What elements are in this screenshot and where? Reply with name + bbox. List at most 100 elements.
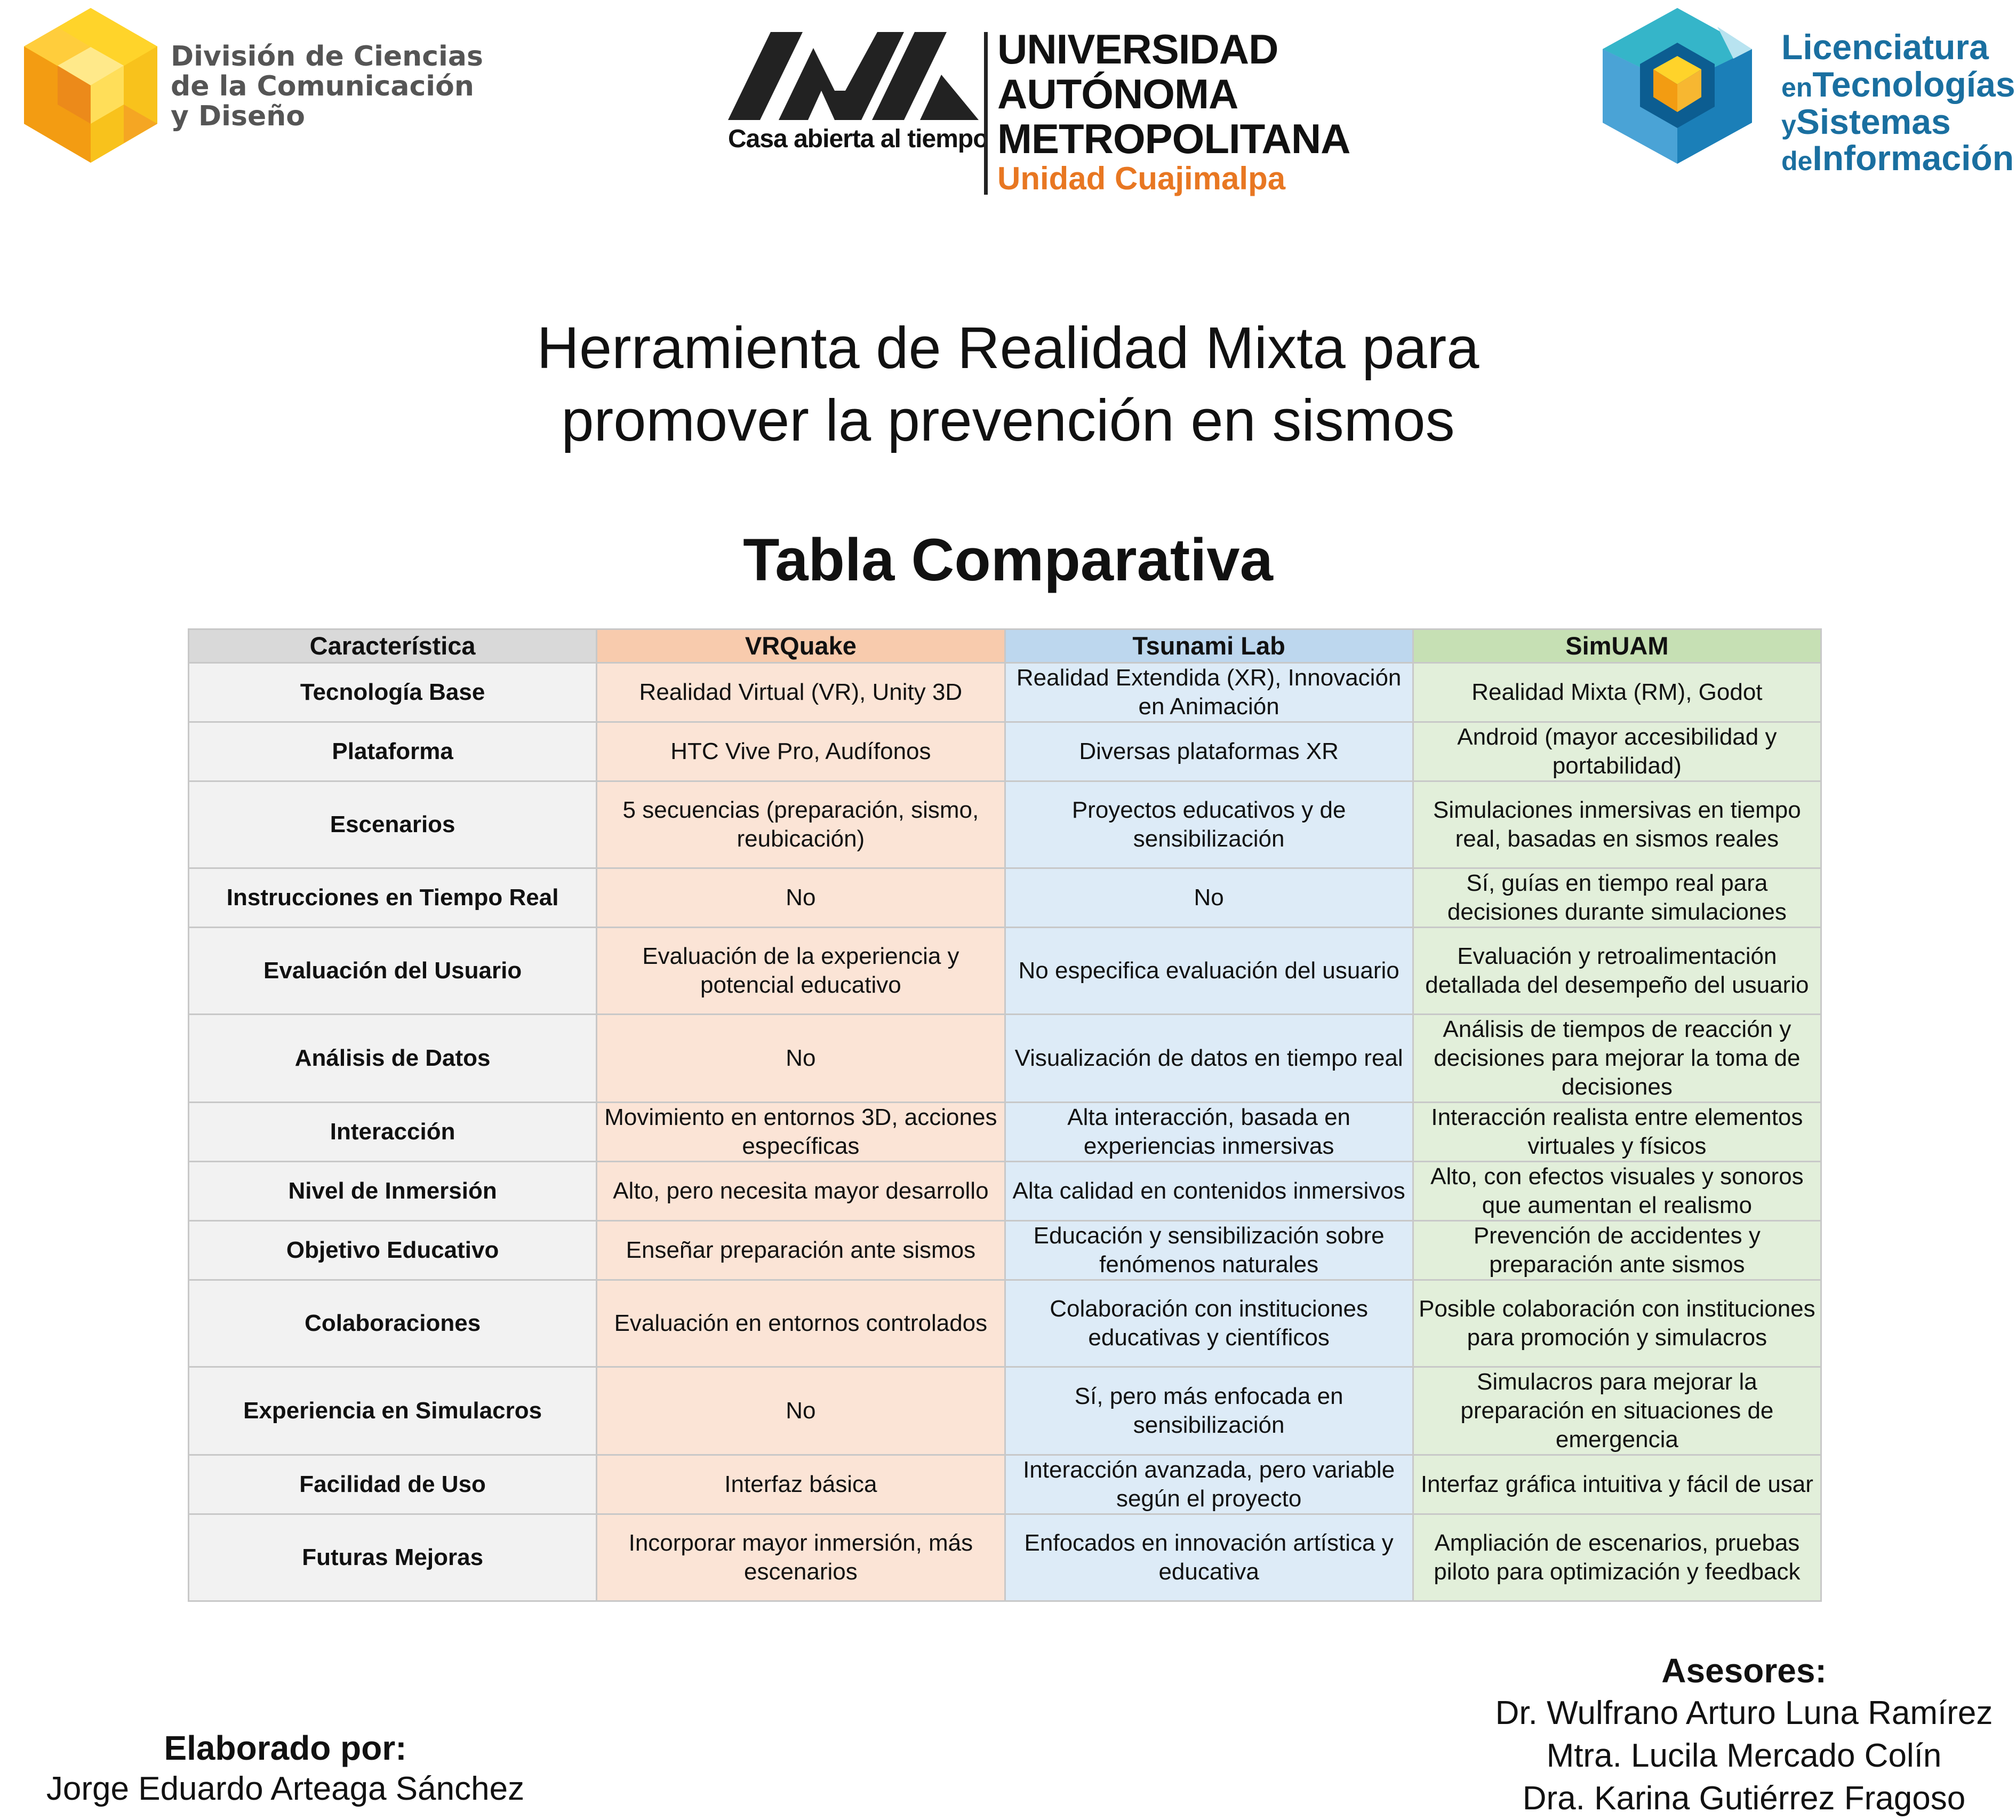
column-header-feature: Característica: [187, 628, 598, 664]
vrquake-cell: Evaluación de la experiencia y potencial…: [596, 927, 1006, 1015]
feature-cell: Escenarios: [187, 780, 598, 869]
table-row: Nivel de Inmersión Alto, pero necesita ma…: [187, 1161, 1822, 1222]
simuam-cell: Evaluación y retroalimentación detallada…: [1412, 927, 1822, 1015]
tsunami-lab-cell: No: [1004, 867, 1414, 928]
tsunami-lab-cell: Educación y sensibilización sobre fenóme…: [1004, 1220, 1414, 1281]
advisors-label: Asesores:: [1661, 1651, 1827, 1690]
feature-cell: Tecnología Base: [187, 662, 598, 723]
advisor-name: Dr. Wulfrano Arturo Luna Ramírez: [1495, 1695, 1993, 1731]
advisors-block: Asesores: Dr. Wulfrano Arturo Luna Ramír…: [1461, 1649, 2016, 1820]
table-row: Futuras Mejoras Incorporar mayor inmersió…: [187, 1513, 1822, 1602]
advisor-name: Mtra. Lucila Mercado Colín: [1546, 1737, 1942, 1774]
table-row: Colaboraciones Evaluación en entornos con…: [187, 1279, 1822, 1368]
feature-cell: Plataforma: [187, 721, 598, 782]
column-header-vrquake: VRQuake: [596, 628, 1006, 664]
program-name-line-2: Tecnologías: [1812, 65, 2015, 104]
author-name: Jorge Eduardo Arteaga Sánchez: [46, 1770, 525, 1807]
table-header-row: Característica VRQuake Tsunami Lab SimUA…: [187, 628, 1822, 664]
page-title: Herramienta de Realidad Mixta para promo…: [0, 312, 2016, 457]
table-row: Objetivo Educativo Enseñar preparación an…: [187, 1220, 1822, 1281]
tsunami-lab-cell: Colaboración con instituciones educativa…: [1004, 1279, 1414, 1368]
vrquake-cell: No: [596, 1366, 1006, 1456]
division-name-line: de la Comunicación: [171, 70, 474, 102]
tsunami-lab-cell: No especifica evaluación del usuario: [1004, 927, 1414, 1015]
feature-cell: Colaboraciones: [187, 1279, 598, 1368]
vrquake-cell: HTC Vive Pro, Audífonos: [596, 721, 1006, 782]
tsunami-lab-cell: Interacción avanzada, pero variable segú…: [1004, 1454, 1414, 1515]
simuam-cell: Prevención de accidentes y preparación a…: [1412, 1220, 1822, 1281]
vrquake-cell: Realidad Virtual (VR), Unity 3D: [596, 662, 1006, 723]
table-row: Plataforma HTC Vive Pro, Audífonos Diversa…: [187, 721, 1822, 782]
tsunami-lab-cell: Sí, pero más enfocada en sensibilización: [1004, 1366, 1414, 1456]
vrquake-cell: No: [596, 1013, 1006, 1103]
feature-cell: Evaluación del Usuario: [187, 927, 598, 1015]
table-row: Instrucciones en Tiempo Real No No Sí, guía…: [187, 867, 1822, 928]
table-row: Tecnología Base Realidad Virtual (VR), Un…: [187, 662, 1822, 723]
comparison-table: Característica VRQuake Tsunami Lab SimUA…: [187, 628, 1822, 1602]
tsunami-lab-cell: Proyectos educativos y de sensibilizació…: [1004, 780, 1414, 869]
uam-unit: Unidad Cuajimalpa: [997, 161, 1286, 196]
table-row: Evaluación del Usuario Evaluación de la e…: [187, 927, 1822, 1015]
column-header-simuam: SimUAM: [1412, 628, 1822, 664]
logo-divider: [984, 32, 988, 195]
feature-cell: Experiencia en Simulacros: [187, 1366, 598, 1456]
vrquake-cell: Movimiento en entornos 3D, acciones espe…: [596, 1101, 1006, 1162]
division-name-line: División de Ciencias: [171, 41, 483, 73]
program-name-line-4: Información: [1812, 138, 2014, 178]
program-name-small: de: [1781, 146, 1813, 176]
uam-motto: Casa abierta al tiempo: [728, 125, 989, 153]
vrquake-cell: Incorporar mayor inmersión, más escenari…: [596, 1513, 1006, 1602]
table-row: Escenarios 5 secuencias (preparación, sis…: [187, 780, 1822, 869]
simuam-cell: Interfaz gráfica intuitiva y fácil de us…: [1412, 1454, 1822, 1515]
tsunami-lab-cell: Enfocados en innovación artística y educ…: [1004, 1513, 1414, 1602]
table-body: Tecnología Base Realidad Virtual (VR), Un…: [187, 662, 1822, 1602]
program-name-small: en: [1781, 73, 1813, 102]
author-label: Elaborado por:: [164, 1729, 407, 1767]
page-title-line: promover la prevención en sismos: [561, 388, 1455, 453]
page-title-line: Herramienta de Realidad Mixta para: [537, 315, 1479, 381]
simuam-cell: Posible colaboración con instituciones p…: [1412, 1279, 1822, 1368]
table-row: Interacción Movimiento en entornos 3D, ac…: [187, 1101, 1822, 1162]
vrquake-cell: Enseñar preparación ante sismos: [596, 1220, 1006, 1281]
hexagon-cube-icon: [24, 8, 157, 163]
division-name-line: y Diseño: [171, 100, 305, 132]
feature-cell: Instrucciones en Tiempo Real: [187, 867, 598, 928]
simuam-cell: Android (mayor accesibilidad y portabili…: [1412, 721, 1822, 782]
column-header-tsunami-lab: Tsunami Lab: [1004, 628, 1414, 664]
simuam-cell: Simulaciones inmersivas en tiempo real, …: [1412, 780, 1822, 869]
tsunami-lab-cell: Alta interacción, basada en experiencias…: [1004, 1101, 1414, 1162]
feature-cell: Nivel de Inmersión: [187, 1161, 598, 1222]
vrquake-cell: No: [596, 867, 1006, 928]
advisor-name: Dra. Karina Gutiérrez Fragoso: [1522, 1780, 1966, 1817]
feature-cell: Futuras Mejoras: [187, 1513, 598, 1602]
division-logo: División de Ciencias de la Comunicación …: [16, 5, 483, 165]
uam-name-line: AUTÓNOMA: [997, 70, 1238, 117]
simuam-cell: Alto, con efectos visuales y sonoros que…: [1412, 1161, 1822, 1222]
simuam-cell: Análisis de tiempos de reacción y decisi…: [1412, 1013, 1822, 1103]
table-title: Tabla Comparativa: [743, 526, 1273, 593]
feature-cell: Facilidad de Uso: [187, 1454, 598, 1515]
uam-name-line: METROPOLITANA: [997, 115, 1351, 162]
tsunami-lab-cell: Visualización de datos en tiempo real: [1004, 1013, 1414, 1103]
table-row: Análisis de Datos No Visualización de dato…: [187, 1013, 1822, 1103]
simuam-cell: Simulacros para mejorar la preparación e…: [1412, 1366, 1822, 1456]
program-name-line-3: Sistemas: [1796, 102, 1951, 141]
vrquake-cell: 5 secuencias (preparación, sismo, reubic…: [596, 780, 1006, 869]
feature-cell: Interacción: [187, 1101, 598, 1162]
program-logo: Licenciatura enTecnologías ySistemas deI…: [1589, 5, 2015, 178]
tsunami-lab-cell: Diversas plataformas XR: [1004, 721, 1414, 782]
program-name-line-1: Licenciatura: [1781, 27, 1989, 67]
table-row: Experiencia en Simulacros No Sí, pero más …: [187, 1366, 1822, 1456]
vrquake-cell: Interfaz básica: [596, 1454, 1006, 1515]
vrquake-cell: Alto, pero necesita mayor desarrollo: [596, 1161, 1006, 1222]
uam-emblem-icon: [728, 32, 979, 120]
simuam-cell: Realidad Mixta (RM), Godot: [1412, 662, 1822, 723]
feature-cell: Objetivo Educativo: [187, 1220, 598, 1281]
uam-logo: Casa abierta al tiempo UNIVERSIDAD AUTÓN…: [728, 27, 1351, 197]
simuam-cell: Interacción realista entre elementos vir…: [1412, 1101, 1822, 1162]
tsunami-lab-cell: Alta calidad en contenidos inmersivos: [1004, 1161, 1414, 1222]
feature-cell: Análisis de Datos: [187, 1013, 598, 1103]
uam-name-line: UNIVERSIDAD: [997, 26, 1278, 73]
vrquake-cell: Evaluación en entornos controlados: [596, 1279, 1006, 1368]
table-row: Facilidad de Uso Interfaz básica Interacci…: [187, 1454, 1822, 1515]
